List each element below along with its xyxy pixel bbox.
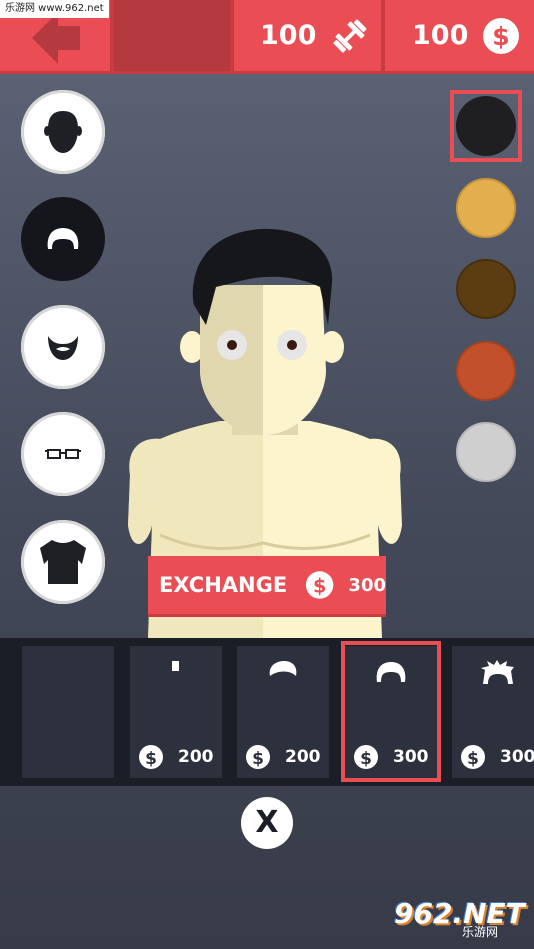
svg-text:$: $ [467, 749, 479, 769]
spiky-hair-icon [481, 660, 514, 684]
dumbbell-icon [333, 18, 367, 53]
selected-item-frame [341, 641, 441, 782]
divider [381, 0, 385, 71]
coin-value: 100 [412, 20, 469, 51]
color-swatch-black[interactable] [456, 96, 516, 156]
head-icon [44, 111, 82, 153]
strength-value: 100 [260, 20, 317, 51]
svg-text:$: $ [313, 574, 326, 597]
item-price: 200 [285, 747, 321, 767]
item-price: 200 [178, 747, 214, 767]
divider [230, 0, 234, 71]
hair-item-none[interactable] [22, 646, 114, 778]
shirt-icon [40, 540, 86, 584]
hair-item-buzz[interactable]: $ 200 [130, 646, 222, 778]
dollar-coin-icon: $ [483, 17, 520, 54]
hair-item-spiky[interactable]: $ 300 [452, 646, 534, 778]
coin-counter: 100 $ [412, 0, 520, 71]
color-swatch-blonde[interactable] [456, 178, 516, 238]
close-label: X [255, 805, 279, 840]
watermark-logo: 962.NET 乐游网 [394, 897, 525, 941]
glasses-icon [45, 449, 81, 459]
hair-icon [47, 228, 79, 249]
beard-icon [48, 336, 78, 360]
watermark-sub: 乐游网 [462, 925, 499, 939]
dollar-coin-icon: $ [139, 745, 163, 769]
dollar-coin-icon: $ [246, 745, 270, 769]
svg-text:$: $ [145, 749, 157, 769]
category-shirt-button[interactable] [21, 520, 105, 604]
color-swatch-gray[interactable] [456, 422, 516, 482]
color-swatch-red[interactable] [456, 341, 516, 401]
watermark-top: 乐游网 www.962.net [0, 0, 109, 18]
category-head-button[interactable] [21, 90, 105, 174]
dollar-coin-icon: $ [306, 571, 334, 599]
dollar-coin-icon: $ [461, 745, 485, 769]
close-button[interactable]: X [241, 797, 293, 849]
svg-text:$: $ [493, 22, 510, 51]
exchange-button[interactable]: EXCHANGE $ 300 [148, 556, 386, 614]
hair-style-list: $ 200 $ 200 $ 300 $ 300 [0, 638, 534, 786]
hair-item-cap[interactable]: $ 200 [237, 646, 329, 778]
empty-tile [114, 0, 230, 71]
color-swatch-brown[interactable] [456, 259, 516, 319]
strength-counter: 100 [260, 0, 370, 71]
watermark-brand: 962.NET [394, 897, 525, 930]
category-glasses-button[interactable] [21, 412, 105, 496]
buzz-hair-icon [172, 661, 179, 671]
exchange-price: 300 [348, 574, 386, 596]
exchange-label: EXCHANGE [159, 573, 288, 597]
cap-hair-icon [269, 661, 297, 676]
svg-text:$: $ [252, 749, 264, 769]
item-price: 300 [500, 747, 534, 767]
category-beard-button[interactable] [21, 305, 105, 389]
category-hair-button[interactable] [21, 197, 105, 281]
